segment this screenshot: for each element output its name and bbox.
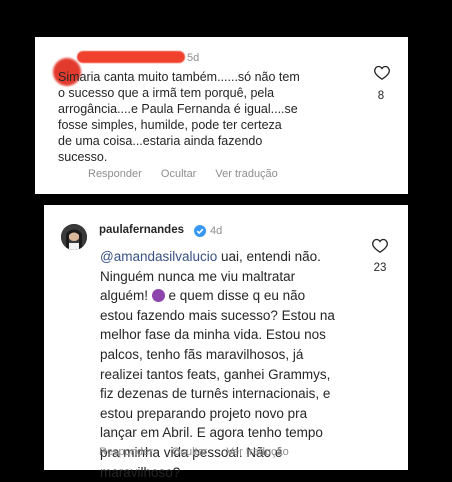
woman-facepalm-emoji-icon [151, 289, 165, 303]
comment-line: realizei tantos feats, ganhei Grammys, [100, 366, 331, 382]
comment-line: de uma coisa...estaria ainda fazendo [58, 134, 263, 148]
comment-line: sucesso. [58, 150, 108, 164]
see-translation-button[interactable]: Ver tradução [226, 446, 288, 458]
comment-line: o sucesso que a irmã tem porquê, pela [58, 86, 275, 100]
comment-line: lançar em Abril. E agora tenho tempo [100, 425, 323, 441]
reply-button[interactable]: Responder [88, 168, 142, 180]
comment-line-text: e quem disse q eu não [164, 288, 306, 304]
comment-line: fiz dezenas de turnês internacionais, e [100, 386, 331, 402]
mention-link[interactable]: @amandasilvalucio [100, 249, 217, 264]
comment-line: Ninguém nunca me viu maltratar [100, 268, 296, 284]
comment-actions: Responder Ocultar Ver tradução [88, 168, 294, 180]
hide-button[interactable]: Ocultar [161, 168, 196, 180]
avatar[interactable] [61, 224, 87, 250]
comment-line: melhor fase da minha vida. Estou nos [100, 327, 326, 343]
like-count: 8 [377, 90, 385, 102]
comment-line-text: alguém! [100, 288, 152, 304]
comment-line: palcos, tenho fãs maravilhosos, já [100, 346, 304, 362]
comment-line: Simaria canta muito também......só não t… [58, 70, 300, 84]
comment-line-text: uai, entendi não. [217, 249, 321, 264]
hide-button[interactable]: Ocultar [172, 446, 207, 458]
like-count: 23 [373, 262, 387, 274]
comment-timestamp: 4d [210, 225, 223, 237]
comment-actions: Responder Ocultar Ver tradução [99, 446, 305, 458]
see-translation-button[interactable]: Ver tradução [215, 168, 277, 180]
comment-line: estou preparando projeto novo pra [100, 405, 308, 421]
redacted-username [77, 51, 185, 63]
heart-icon[interactable] [372, 238, 388, 258]
comment-text: Simaria canta muito também......só não t… [58, 69, 358, 165]
comment-card-1: 5d Simaria canta muito também......só nã… [35, 37, 408, 194]
comment-line: estou fazendo mais sucesso? Estou na [100, 307, 335, 323]
comment-line: maravilhoso? [100, 464, 181, 480]
comment-line: fosse simples, humilde, pode ter certeza [58, 118, 282, 132]
comment-timestamp: 5d [187, 52, 200, 64]
reply-button[interactable]: Responder [99, 446, 153, 458]
comment-username[interactable]: paulafernandes [99, 224, 184, 236]
comment-line: @amandasilvalucio uai, entendi não. [100, 247, 362, 267]
verified-badge-icon [194, 225, 206, 237]
comment-card-2: paulafernandes 4d @amandasilvalucio uai,… [44, 205, 408, 480]
heart-icon[interactable] [374, 65, 390, 85]
comment-line: alguém! e quem disse q eu não [100, 286, 362, 306]
comment-line: arrogância....e Paula Fernanda é igual..… [58, 102, 298, 116]
